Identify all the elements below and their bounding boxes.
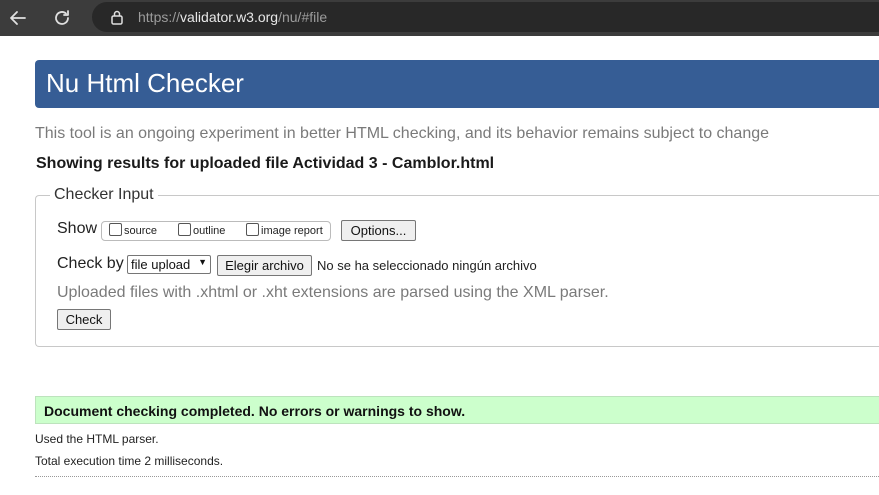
- execution-time-text: Total execution time 2 milliseconds.: [35, 454, 224, 468]
- tagline: This tool is an ongoing experiment in be…: [35, 125, 770, 142]
- image-report-checkbox[interactable]: [246, 223, 259, 236]
- checker-input-legend: Checker Input: [50, 186, 158, 204]
- success-message-box: Document checking completed. No errors o…: [35, 396, 879, 424]
- divider: [35, 476, 879, 477]
- show-label: Show: [57, 220, 98, 237]
- check-button[interactable]: Check: [57, 309, 111, 330]
- show-options-group: source outline image report: [101, 221, 331, 241]
- page-title: Nu Html Checker: [46, 68, 244, 98]
- chevron-down-icon: ▼: [198, 257, 207, 267]
- lock-icon: [110, 9, 124, 30]
- check-by-select[interactable]: file upload ▼: [127, 255, 211, 274]
- parser-note: Uploaded files with .xhtml or .xht exten…: [57, 284, 609, 301]
- page-banner: Nu Html Checker: [35, 60, 879, 108]
- results-heading: Showing results for uploaded file Activi…: [36, 155, 495, 172]
- parser-used-text: Used the HTML parser.: [35, 432, 159, 446]
- options-button[interactable]: Options...: [341, 220, 416, 241]
- no-file-text: No se ha seleccionado ningún archivo: [317, 258, 537, 273]
- image-report-checkbox-label: image report: [261, 225, 323, 237]
- reload-button[interactable]: [50, 6, 74, 30]
- address-bar[interactable]: https://validator.w3.org/nu/#file: [92, 2, 879, 32]
- check-by-label: Check by: [57, 255, 124, 272]
- back-arrow-icon: [10, 11, 26, 25]
- reload-icon: [55, 10, 69, 25]
- outline-checkbox-label: outline: [193, 225, 226, 237]
- outline-checkbox[interactable]: [178, 223, 191, 236]
- back-button[interactable]: [6, 6, 30, 30]
- url-text: https://validator.w3.org/nu/#file: [138, 9, 328, 25]
- choose-file-button[interactable]: Elegir archivo: [217, 255, 312, 276]
- success-message: Document checking completed. No errors o…: [44, 403, 466, 419]
- source-checkbox[interactable]: [109, 223, 122, 236]
- browser-toolbar: https://validator.w3.org/nu/#file: [0, 0, 879, 36]
- check-by-value: file upload: [131, 257, 191, 272]
- source-checkbox-label: source: [124, 225, 158, 237]
